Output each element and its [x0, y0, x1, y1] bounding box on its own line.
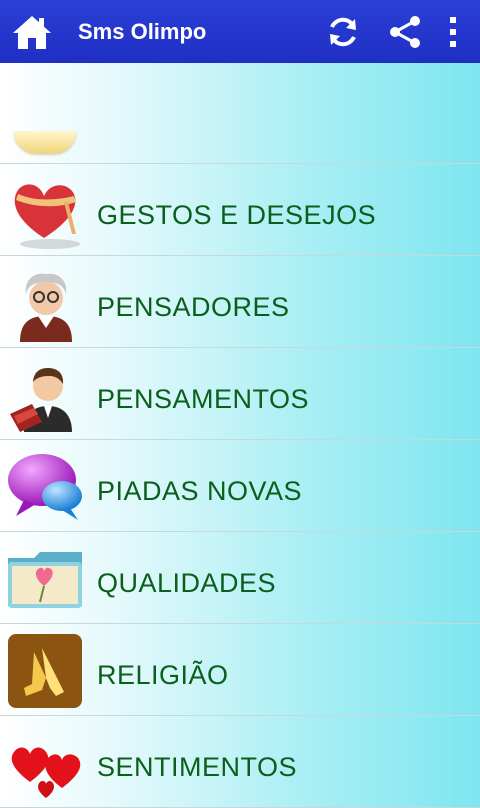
category-label: GESTOS E DESEJOS: [97, 200, 377, 230]
category-label: PENSADORES: [97, 292, 290, 322]
speech-bubbles-icon: [8, 454, 82, 520]
app-title: Sms Olimpo: [78, 18, 207, 44]
category-label: QUALIDADES: [97, 568, 277, 598]
heart-folder-icon: [8, 552, 82, 608]
action-bar: Sms Olimpo: [0, 0, 480, 63]
hearts-icon: [11, 747, 81, 798]
list-item-qualidades[interactable]: QUALIDADES: [0, 532, 480, 624]
overflow-menu-button[interactable]: [436, 0, 470, 63]
category-label: PIADAS NOVAS: [97, 476, 303, 506]
category-label: SENTIMENTOS: [97, 752, 298, 782]
list-item-partial[interactable]: [0, 63, 480, 164]
list-item-sentimentos[interactable]: SENTIMENTOS: [0, 716, 480, 808]
praying-hands-icon: [8, 634, 82, 708]
thinker-avatar-icon: [20, 273, 72, 342]
refresh-button[interactable]: [312, 0, 374, 63]
partial-icon: [14, 131, 76, 153]
home-button[interactable]: [0, 0, 64, 63]
overflow-menu-icon: [450, 16, 456, 47]
man-with-book-icon: [10, 368, 72, 432]
list-item-gestos-e-desejos[interactable]: GESTOS E DESEJOS: [0, 164, 480, 256]
list-item-pensamentos[interactable]: PENSAMENTOS: [0, 348, 480, 440]
refresh-icon: [330, 17, 356, 46]
share-button[interactable]: [374, 0, 436, 63]
list-item-religiao[interactable]: RELIGIÃO: [0, 624, 480, 716]
list-item-piadas-novas[interactable]: PIADAS NOVAS: [0, 440, 480, 532]
share-icon: [390, 15, 420, 48]
category-label: RELIGIÃO: [97, 660, 229, 690]
list-item-pensadores[interactable]: PENSADORES: [0, 256, 480, 348]
heart-gift-icon: [14, 184, 80, 249]
category-label: PENSAMENTOS: [97, 384, 310, 414]
category-list: GESTOS E DESEJOS PENSADORES PENSAMENTOS: [0, 63, 480, 808]
home-icon: [13, 15, 51, 49]
